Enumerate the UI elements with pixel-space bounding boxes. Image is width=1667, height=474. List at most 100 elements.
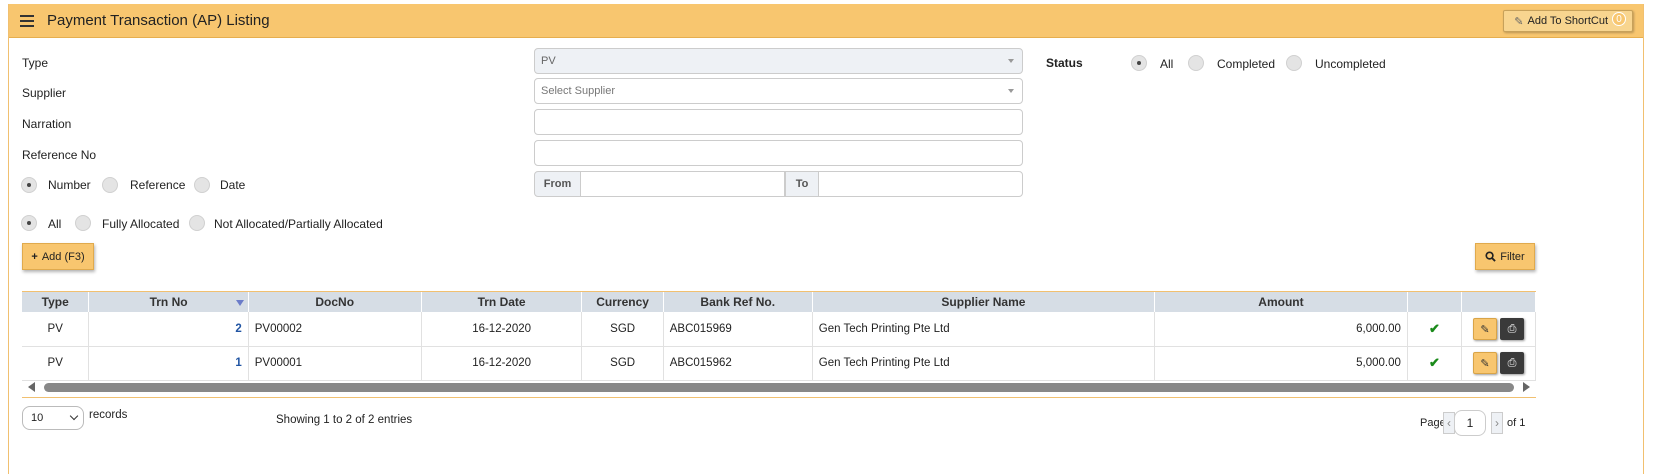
print-icon[interactable]: ⎙ xyxy=(1500,352,1525,374)
page-total-label: of 1 xyxy=(1507,417,1526,429)
check-icon: ✔ xyxy=(1429,320,1440,336)
page-number-input[interactable]: 1 xyxy=(1454,410,1486,436)
col-status xyxy=(1407,292,1463,312)
status-radio-all[interactable] xyxy=(1131,55,1147,71)
status-label: Status xyxy=(1046,56,1083,70)
col-amount[interactable]: Amount xyxy=(1154,292,1408,312)
cell-bank-ref: ABC015969 xyxy=(663,312,813,347)
col-trn-date[interactable]: Trn Date xyxy=(421,292,583,312)
scroll-left-icon[interactable] xyxy=(28,382,35,392)
to-input[interactable] xyxy=(818,171,1023,197)
transactions-table: Type Trn No DocNo Trn Date Currency Bank… xyxy=(22,292,1536,381)
page-header: Payment Transaction (AP) Listing ✎ Add T… xyxy=(9,4,1643,38)
cell-supplier: Gen Tech Printing Pte Ltd xyxy=(812,312,1156,347)
col-bank-ref[interactable]: Bank Ref No. xyxy=(663,292,813,312)
alloc-radio-not-partial[interactable] xyxy=(189,215,205,231)
add-to-shortcut-button[interactable]: ✎ Add To ShortCut 0 xyxy=(1503,10,1633,32)
cell-supplier: Gen Tech Printing Pte Ltd xyxy=(812,346,1156,381)
sort-desc-icon xyxy=(235,300,244,306)
page-title: Payment Transaction (AP) Listing xyxy=(47,12,270,29)
status-radio-completed-label: Completed xyxy=(1217,57,1276,71)
add-button[interactable]: + Add (F3) xyxy=(22,243,94,270)
alloc-radio-all-label: All xyxy=(48,217,62,231)
records-label: records xyxy=(89,409,128,421)
from-addon: From xyxy=(534,171,581,197)
cell-doc-no: PV00002 xyxy=(248,312,422,347)
page-label: Page xyxy=(1420,417,1446,429)
pencil-icon: ✎ xyxy=(1514,15,1524,28)
radio-number-label: Number xyxy=(48,178,91,192)
col-actions xyxy=(1461,292,1536,312)
to-addon: To xyxy=(785,171,819,197)
search-icon xyxy=(1485,251,1496,262)
alloc-radio-not-partial-label: Not Allocated/Partially Allocated xyxy=(214,217,383,231)
page-size-select[interactable]: 10 xyxy=(22,406,84,430)
supplier-select-placeholder: Select Supplier xyxy=(541,85,615,97)
supplier-label: Supplier xyxy=(22,86,67,100)
scrollbar-thumb[interactable] xyxy=(44,383,1514,392)
chevron-down-icon xyxy=(1008,89,1014,93)
radio-reference[interactable] xyxy=(102,177,118,193)
cell-type: PV xyxy=(22,346,90,381)
table-row[interactable]: PV 1 PV00001 16-12-2020 SGD ABC015962 Ge… xyxy=(22,346,1536,381)
type-select-value: PV xyxy=(541,55,556,67)
col-type[interactable]: Type xyxy=(22,292,90,312)
cell-trn-date: 16-12-2020 xyxy=(421,346,583,381)
radio-date[interactable] xyxy=(194,177,210,193)
radio-reference-label: Reference xyxy=(130,178,186,192)
cell-bank-ref: ABC015962 xyxy=(663,346,813,381)
status-radio-all-label: All xyxy=(1160,57,1174,71)
alloc-radio-fully[interactable] xyxy=(75,215,91,231)
filter-button-label: Filter xyxy=(1500,250,1525,263)
page-frame: Payment Transaction (AP) Listing ✎ Add T… xyxy=(8,4,1644,474)
page-size-value: 10 xyxy=(31,412,44,424)
narration-input[interactable] xyxy=(534,109,1023,135)
cell-currency: SGD xyxy=(581,346,664,381)
alloc-radio-all[interactable] xyxy=(21,215,37,231)
status-radio-uncompleted-label: Uncompleted xyxy=(1315,57,1386,71)
status-radio-uncompleted[interactable] xyxy=(1286,55,1302,71)
hamburger-icon[interactable] xyxy=(20,14,34,27)
chevron-down-icon xyxy=(69,411,79,421)
edit-icon[interactable]: ✎ xyxy=(1473,352,1498,374)
next-page-icon[interactable]: › xyxy=(1491,412,1503,434)
col-supplier-name[interactable]: Supplier Name xyxy=(812,292,1156,312)
type-select[interactable]: PV xyxy=(534,48,1023,74)
col-currency[interactable]: Currency xyxy=(581,292,664,312)
table-row[interactable]: PV 2 PV00002 16-12-2020 SGD ABC015969 Ge… xyxy=(22,312,1536,347)
supplier-select[interactable]: Select Supplier xyxy=(534,78,1023,104)
table-bottom-border xyxy=(22,397,1536,398)
cell-trn-no[interactable]: 2 xyxy=(88,312,249,347)
radio-number[interactable] xyxy=(21,177,37,193)
chevron-down-icon xyxy=(1008,59,1014,63)
radio-date-label: Date xyxy=(220,178,246,192)
showing-entries-text: Showing 1 to 2 of 2 entries xyxy=(276,414,413,426)
cell-trn-no[interactable]: 1 xyxy=(88,346,249,381)
cell-trn-date: 16-12-2020 xyxy=(421,312,583,347)
print-icon[interactable]: ⎙ xyxy=(1500,317,1525,340)
col-trn-no[interactable]: Trn No xyxy=(88,292,249,312)
col-trn-no-label: Trn No xyxy=(149,295,188,309)
shortcut-count-badge: 0 xyxy=(1612,12,1626,26)
edit-icon[interactable]: ✎ xyxy=(1473,317,1498,340)
alloc-radio-fully-label: Fully Allocated xyxy=(102,217,180,231)
narration-label: Narration xyxy=(22,117,72,131)
status-radio-completed[interactable] xyxy=(1188,55,1204,71)
col-doc-no[interactable]: DocNo xyxy=(248,292,422,312)
from-input[interactable] xyxy=(580,171,785,197)
reference-no-label: Reference No xyxy=(22,148,97,162)
cell-amount: 5,000.00 xyxy=(1154,346,1408,381)
cell-currency: SGD xyxy=(581,312,664,347)
scroll-right-icon[interactable] xyxy=(1523,382,1530,392)
cell-type: PV xyxy=(22,312,90,347)
add-button-label: Add (F3) xyxy=(41,250,85,263)
cell-doc-no: PV00001 xyxy=(248,346,422,381)
shortcut-label: Add To ShortCut xyxy=(1527,15,1608,27)
horizontal-scrollbar[interactable] xyxy=(22,380,1536,394)
reference-no-input[interactable] xyxy=(534,140,1023,166)
cell-amount: 6,000.00 xyxy=(1154,312,1408,347)
plus-icon: + xyxy=(31,250,38,263)
filter-button[interactable]: Filter xyxy=(1475,243,1535,270)
check-icon: ✔ xyxy=(1429,355,1440,370)
type-label: Type xyxy=(22,56,49,70)
